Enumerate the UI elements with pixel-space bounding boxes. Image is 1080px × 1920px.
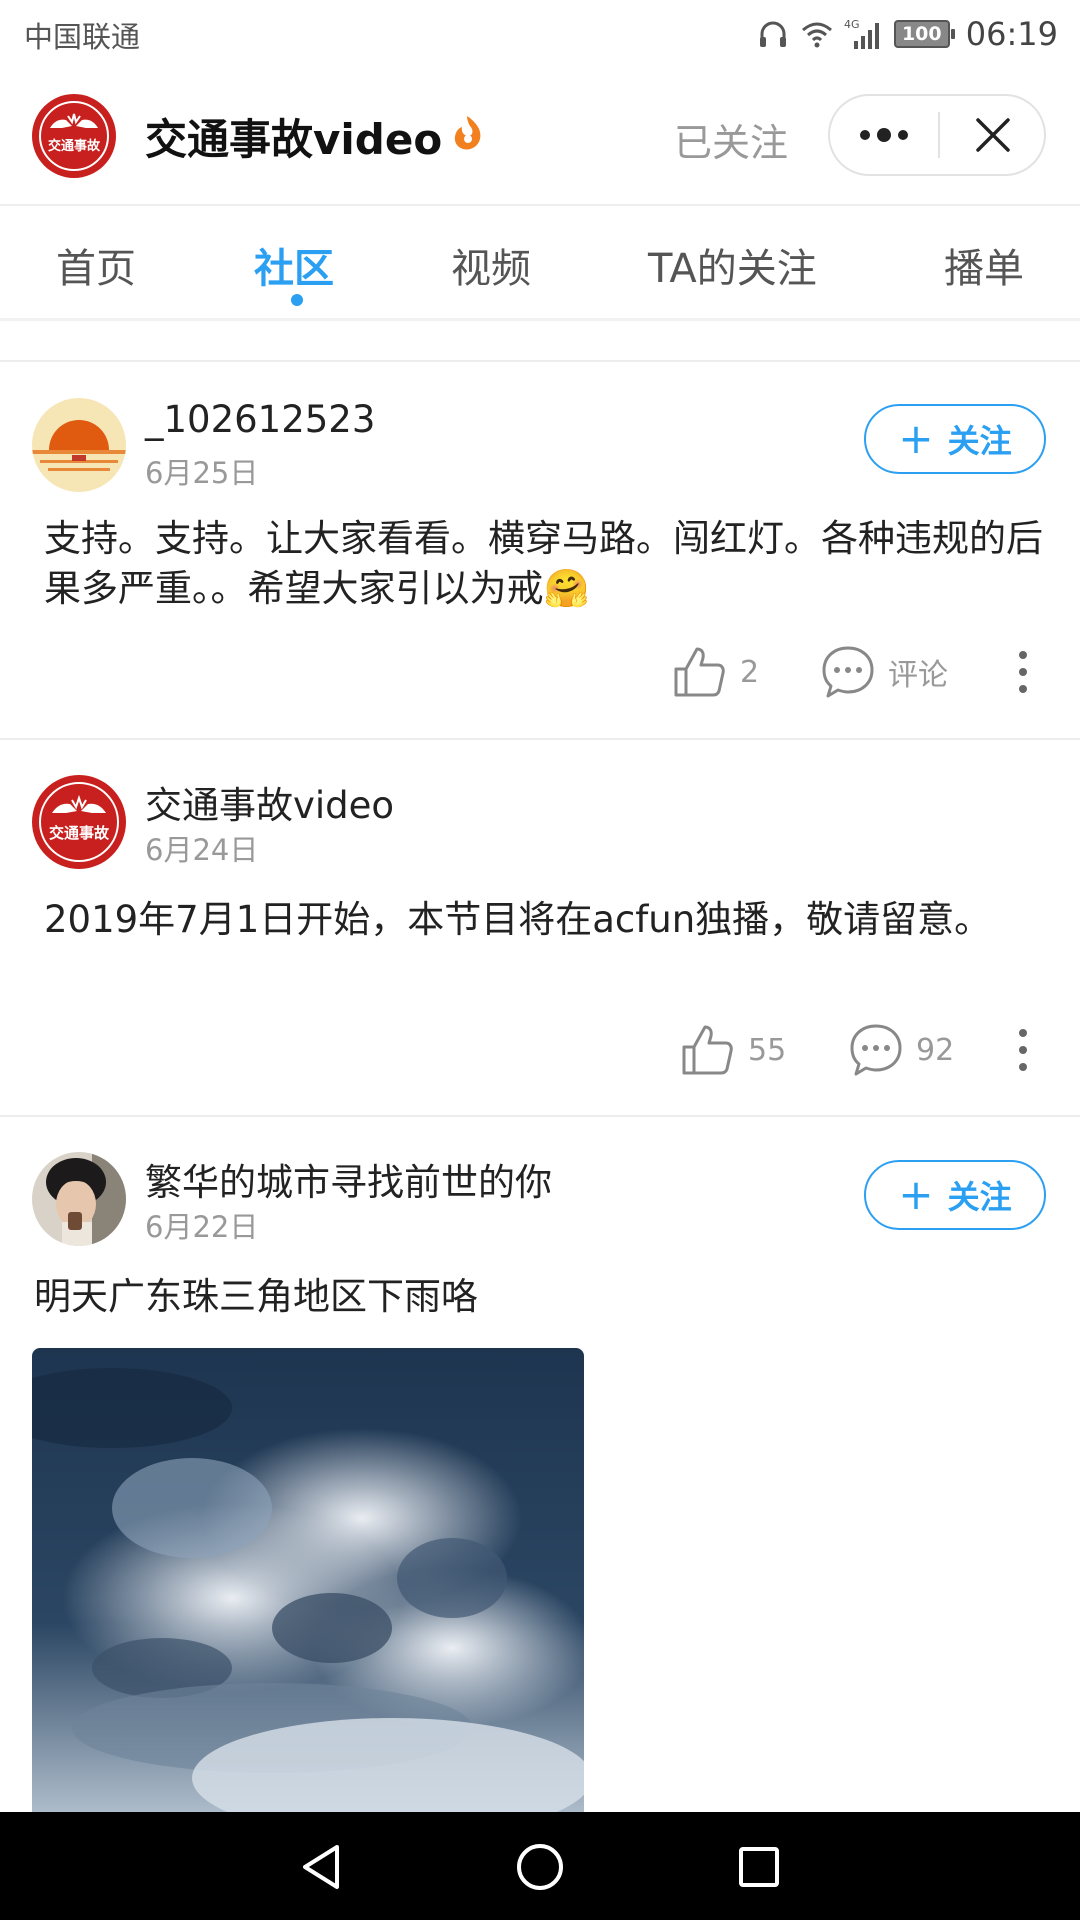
header-divider xyxy=(0,204,1080,206)
thumbs-up-icon xyxy=(674,647,725,697)
sunset-avatar-icon xyxy=(32,398,126,492)
recents-square-icon xyxy=(739,1847,779,1887)
clock: 06:19 xyxy=(965,15,1058,53)
follow-button-label: 关注 xyxy=(947,422,1012,460)
app-header: 交通事故 交通事故video 已关注 xyxy=(0,84,1080,184)
thumbs-up-icon xyxy=(682,1025,733,1075)
nav-recents-button[interactable] xyxy=(726,1834,792,1900)
like-count: 55 xyxy=(748,1032,787,1068)
comment-count: 92 xyxy=(916,1032,955,1068)
vertical-dots-icon xyxy=(1019,651,1027,693)
user-avatar[interactable] xyxy=(32,1152,126,1246)
status-bar: 中国联通 4G 100 06:19 xyxy=(0,0,1080,70)
post-date: 6月22日 xyxy=(145,1210,259,1244)
back-triangle-icon xyxy=(303,1845,339,1889)
wifi-icon xyxy=(801,22,832,48)
battery-indicator: 100 xyxy=(893,20,955,48)
post-username[interactable]: 繁华的城市寻找前世的你 xyxy=(145,1152,552,1206)
post-username[interactable]: 交通事故video xyxy=(145,775,394,829)
post-card: _102612523 6月25日 + 关注 支持。支持。让大家看看。横穿马路。闯… xyxy=(0,398,1080,738)
more-button[interactable] xyxy=(830,96,938,174)
post-actions: 55 92 xyxy=(0,1020,1080,1080)
user-photo-avatar xyxy=(32,1152,126,1246)
headphones-icon xyxy=(759,21,786,47)
like-count: 2 xyxy=(740,654,760,690)
home-circle-icon xyxy=(517,1844,563,1890)
tab-home[interactable]: 首页 xyxy=(56,236,136,294)
tab-video[interactable]: 视频 xyxy=(451,236,531,294)
follow-button[interactable]: + 关注 xyxy=(864,1160,1046,1230)
channel-logo-text: 交通事故 xyxy=(49,824,110,842)
signal-icon: 4G xyxy=(844,18,879,49)
post-content: 支持。支持。让大家看看。横穿马路。闯红灯。各种违规的后果多严重。。希望大家引以为… xyxy=(44,517,1043,610)
system-nav-bar xyxy=(0,1812,1080,1920)
post-content: 明天广东珠三角地区下雨咯 xyxy=(34,1275,478,1318)
feed-divider xyxy=(0,360,1080,362)
post-date: 6月25日 xyxy=(145,456,259,490)
plus-icon: + xyxy=(898,414,934,463)
nav-back-button[interactable] xyxy=(288,1834,354,1900)
carrier-label: 中国联通 xyxy=(24,20,141,54)
close-button[interactable] xyxy=(940,96,1046,174)
like-button[interactable]: 55 xyxy=(678,1020,786,1080)
tab-following[interactable]: TA的关注 xyxy=(648,236,817,294)
close-icon xyxy=(976,118,1010,152)
comment-button[interactable]: 92 xyxy=(848,1020,954,1080)
vertical-dots-icon xyxy=(1019,1029,1027,1071)
mini-program-capsule xyxy=(828,94,1046,176)
follow-button-label: 关注 xyxy=(947,1178,1012,1216)
post-card: 繁华的城市寻找前世的你 6月22日 + 关注 明天广东珠三角地区下雨咯 xyxy=(0,1152,1080,1848)
flame-badge-icon xyxy=(454,116,481,150)
post-menu-button[interactable] xyxy=(1008,1020,1038,1080)
post-actions: 2 评论 xyxy=(0,642,1080,702)
tab-community[interactable]: 社区 xyxy=(254,236,334,294)
followed-status-label[interactable]: 已关注 xyxy=(674,112,788,167)
comment-bubble-icon xyxy=(850,1024,902,1076)
storm-cloud-image xyxy=(32,1348,584,1848)
tabs-divider xyxy=(0,318,1080,321)
tab-bar: 首页 社区 视频 TA的关注 播单 xyxy=(0,208,1080,316)
nav-home-button[interactable] xyxy=(507,1834,573,1900)
post-card: 交通事故 交通事故video 6月24日 2019年7月1日开始，本节目将在ac… xyxy=(0,775,1080,1115)
post-image[interactable] xyxy=(32,1348,584,1848)
channel-avatar[interactable]: 交通事故 xyxy=(32,94,116,178)
tab-playlist[interactable]: 播单 xyxy=(944,236,1024,294)
active-tab-indicator xyxy=(291,294,303,306)
like-button[interactable]: 2 xyxy=(670,642,759,702)
post-menu-button[interactable] xyxy=(1008,642,1038,702)
channel-logo-icon: 交通事故 xyxy=(33,776,125,868)
status-icons: 4G 100 06:19 xyxy=(756,10,1058,58)
comment-button[interactable]: 评论 xyxy=(820,642,948,702)
user-avatar[interactable] xyxy=(32,398,126,492)
follow-button[interactable]: + 关注 xyxy=(864,404,1046,474)
channel-title: 交通事故video xyxy=(145,115,443,164)
feed-divider xyxy=(0,738,1080,740)
user-avatar[interactable]: 交通事故 xyxy=(32,775,126,869)
network-type-label: 4G xyxy=(844,18,860,31)
comment-bubble-icon xyxy=(822,646,874,698)
plus-icon: + xyxy=(898,1170,934,1219)
post-username[interactable]: _102612523 xyxy=(145,398,375,441)
channel-logo-text: 交通事故 xyxy=(48,138,101,154)
feed-divider xyxy=(0,1115,1080,1117)
channel-logo-icon: 交通事故 xyxy=(34,96,114,176)
more-dots-icon xyxy=(860,128,908,142)
post-content: 2019年7月1日开始，本节目将在acfun独播，敬请留意。 xyxy=(44,898,992,941)
post-date: 6月24日 xyxy=(145,833,259,867)
comment-count: 评论 xyxy=(888,658,948,693)
